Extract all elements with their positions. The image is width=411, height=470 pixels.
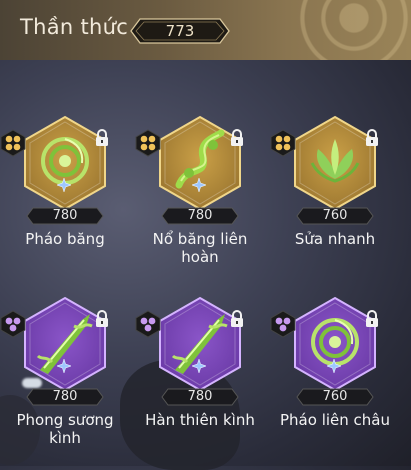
frost-star-icon <box>326 357 342 375</box>
skill-card-1[interactable]: 780 Pháo băng <box>0 115 130 285</box>
page-title: Thần thức <box>20 15 129 39</box>
lock-icon <box>94 310 110 328</box>
skill-value: 780 <box>187 389 213 404</box>
counter-value: 773 <box>165 22 195 40</box>
skill-card-4[interactable]: 780 Phong sương kình <box>0 296 130 466</box>
value-box: 780 <box>26 388 104 406</box>
points-counter: 773 <box>130 18 230 44</box>
value-box: 760 <box>296 207 374 225</box>
skill-value: 780 <box>52 208 78 223</box>
skill-value: 780 <box>187 208 213 223</box>
skill-card-5[interactable]: 780 Hàn thiên kình <box>135 296 265 466</box>
value-box: 760 <box>296 388 374 406</box>
value-box: 780 <box>161 207 239 225</box>
skill-value: 760 <box>322 208 348 223</box>
skill-label: Sửa nhanh <box>294 230 376 248</box>
lock-icon <box>94 129 110 147</box>
tier-badge-icon <box>270 310 296 338</box>
skill-value: 780 <box>52 389 78 404</box>
skill-label: Phong sương kình <box>16 411 114 447</box>
lock-icon <box>229 129 245 147</box>
frost-star-icon <box>191 176 207 194</box>
value-box: 780 <box>161 388 239 406</box>
skill-card-3[interactable]: 760 Sửa nhanh <box>270 115 400 285</box>
tier-badge-icon <box>135 310 161 338</box>
tier-badge-icon <box>135 129 161 157</box>
frost-star-icon <box>56 176 72 194</box>
skill-value: 760 <box>322 389 348 404</box>
skill-label: Pháo băng <box>25 230 105 248</box>
lock-icon <box>364 310 380 328</box>
skill-label: Pháo liên châu <box>280 411 390 429</box>
skill-card-2[interactable]: 780 Nổ băng liên hoàn <box>135 115 265 285</box>
frost-star-icon <box>56 357 72 375</box>
value-box: 780 <box>26 207 104 225</box>
tier-badge-icon <box>0 129 26 157</box>
skill-label: Hàn thiên kình <box>145 411 255 429</box>
header-ornament <box>221 0 411 60</box>
frost-star-icon <box>191 357 207 375</box>
tier-badge-icon <box>0 310 26 338</box>
tier-badge-icon <box>270 129 296 157</box>
skill-label: Nổ băng liên hoàn <box>152 230 248 266</box>
skill-card-6[interactable]: 760 Pháo liên châu <box>270 296 400 466</box>
lock-icon <box>229 310 245 328</box>
lock-icon <box>364 129 380 147</box>
header-bar: Thần thức 773 <box>0 0 411 60</box>
